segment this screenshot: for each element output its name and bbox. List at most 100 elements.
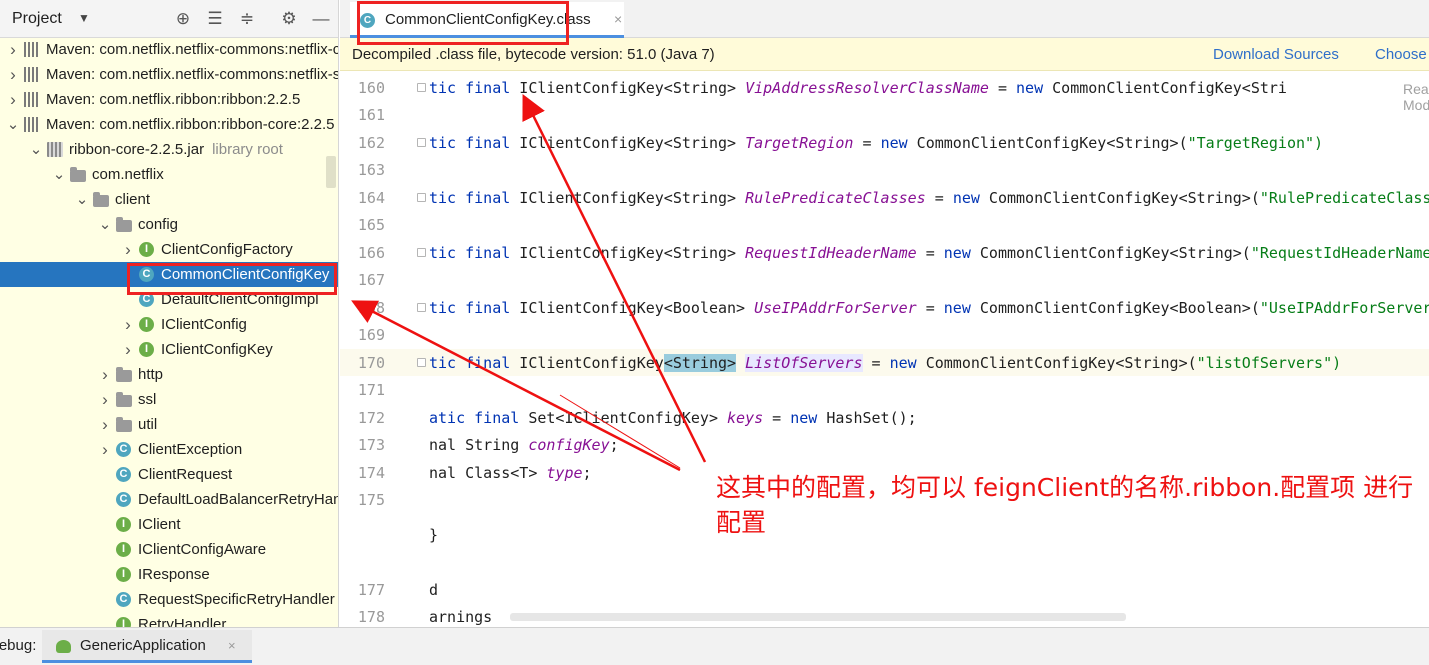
chevron-down-icon[interactable]: ⌄ bbox=[6, 112, 20, 137]
tree-item[interactable]: C DefaultLoadBalancerRetryHandler bbox=[0, 487, 338, 512]
chevron-down-icon[interactable]: ⌄ bbox=[52, 162, 66, 187]
tree-item[interactable]: › I IClientConfig bbox=[0, 312, 338, 337]
code-string: "RequestIdHeaderName") bbox=[1250, 244, 1429, 262]
chevron-down-icon[interactable]: ▼ bbox=[78, 11, 90, 25]
collapse-all-icon[interactable]: ≑ bbox=[236, 8, 258, 30]
close-icon[interactable]: × bbox=[614, 11, 622, 27]
tree-item[interactable]: ⌄ com.netflix bbox=[0, 162, 338, 187]
line-number[interactable]: 160 bbox=[340, 79, 385, 97]
chevron-right-icon[interactable]: › bbox=[98, 387, 112, 412]
project-title[interactable]: Project bbox=[12, 10, 62, 28]
chevron-right-icon[interactable]: › bbox=[6, 62, 20, 87]
code-text: nal String bbox=[429, 436, 529, 454]
locate-icon[interactable]: ⊕ bbox=[172, 8, 194, 30]
library-icon bbox=[24, 67, 40, 82]
tree-item[interactable]: C RequestSpecificRetryHandler bbox=[0, 587, 338, 612]
code-line[interactable]: tic final IClientConfigKey<String> RuleP… bbox=[429, 189, 1429, 207]
code-text: HashSet(); bbox=[817, 409, 917, 427]
code-editor[interactable]: 160 tic final IClientConfigKey<String> Vi… bbox=[340, 71, 1429, 627]
line-number[interactable]: 163 bbox=[340, 161, 385, 179]
chevron-right-icon[interactable]: › bbox=[121, 237, 135, 262]
tree-item[interactable]: I IResponse bbox=[0, 562, 338, 587]
fold-icon[interactable] bbox=[417, 248, 426, 257]
line-number[interactable]: 164 bbox=[340, 189, 385, 207]
tree-item[interactable]: › Maven: com.netflix.ribbon:ribbon:2.2.5 bbox=[0, 87, 338, 112]
fold-icon[interactable] bbox=[417, 193, 426, 202]
tree-item-label: ribbon-core-2.2.5.jar library root bbox=[69, 141, 283, 158]
line-number[interactable]: 177 bbox=[340, 581, 385, 599]
gear-icon[interactable]: ⚙ bbox=[278, 8, 300, 30]
code-line[interactable]: tic final IClientConfigKey<String> Reque… bbox=[429, 244, 1429, 262]
fold-icon[interactable] bbox=[417, 83, 426, 92]
line-number[interactable]: 174 bbox=[340, 464, 385, 482]
line-number[interactable]: 172 bbox=[340, 409, 385, 427]
chevron-right-icon[interactable]: › bbox=[6, 87, 20, 112]
line-number[interactable]: 162 bbox=[340, 134, 385, 152]
tree-item[interactable]: › I ClientConfigFactory bbox=[0, 237, 338, 262]
tree-item[interactable]: I RetryHandler bbox=[0, 612, 338, 627]
fold-icon[interactable] bbox=[417, 138, 426, 147]
code-string: "listOfServers") bbox=[1196, 354, 1342, 372]
code-text: arnings bbox=[429, 608, 493, 626]
chevron-down-icon[interactable]: ⌄ bbox=[75, 187, 89, 212]
line-number[interactable]: 161 bbox=[340, 106, 385, 124]
chevron-right-icon[interactable]: › bbox=[98, 437, 112, 462]
line-number[interactable]: 178 bbox=[340, 608, 385, 626]
code-line[interactable]: tic final IClientConfigKey<String> VipAd… bbox=[429, 79, 1287, 97]
code-line[interactable]: nal Class<T> type; bbox=[429, 464, 592, 482]
tree-item[interactable]: I IClientConfigAware bbox=[0, 537, 338, 562]
debug-tab-genericapplication[interactable]: GenericApplication × bbox=[42, 630, 252, 663]
tree-item[interactable]: ⌄ client bbox=[0, 187, 338, 212]
horizontal-scrollbar[interactable] bbox=[510, 613, 1126, 621]
tree-item[interactable]: › I IClientConfigKey bbox=[0, 337, 338, 362]
line-number[interactable]: 170 bbox=[340, 354, 385, 372]
line-number[interactable]: 165 bbox=[340, 216, 385, 234]
close-icon[interactable]: × bbox=[228, 638, 236, 653]
minimize-icon[interactable]: — bbox=[310, 8, 332, 30]
tree-item[interactable]: › C ClientException bbox=[0, 437, 338, 462]
chevron-right-icon[interactable]: › bbox=[98, 412, 112, 437]
chevron-down-icon[interactable]: ⌄ bbox=[98, 212, 112, 237]
line-number[interactable]: 166 bbox=[340, 244, 385, 262]
code-line[interactable]: nal String configKey; bbox=[429, 436, 619, 454]
tree-item[interactable]: › Maven: com.netflix.netflix-commons:netf… bbox=[0, 37, 338, 62]
chevron-right-icon[interactable]: › bbox=[98, 362, 112, 387]
line-number[interactable]: 175 bbox=[340, 491, 385, 509]
code-line[interactable]: } bbox=[429, 526, 438, 544]
tree-item[interactable]: › util bbox=[0, 412, 338, 437]
code-line[interactable]: arnings bbox=[429, 608, 492, 626]
line-number[interactable]: 167 bbox=[340, 271, 385, 289]
choose-sources-link[interactable]: Choose Sources... bbox=[1375, 46, 1429, 63]
code-line[interactable]: atic final Set<IClientConfigKey> keys = … bbox=[429, 409, 917, 427]
tree-item[interactable]: › ssl bbox=[0, 387, 338, 412]
line-number[interactable]: 171 bbox=[340, 381, 385, 399]
code-line[interactable]: tic final IClientConfigKey<String> ListO… bbox=[429, 354, 1341, 372]
fold-icon[interactable] bbox=[417, 358, 426, 367]
tree-item-sublabel: library root bbox=[212, 141, 283, 158]
line-number[interactable]: 168 bbox=[340, 299, 385, 317]
line-number[interactable]: 169 bbox=[340, 326, 385, 344]
code-line[interactable]: tic final IClientConfigKey<String> Targe… bbox=[429, 134, 1323, 152]
tree-item[interactable]: ⌄ ribbon-core-2.2.5.jar library root bbox=[0, 137, 338, 162]
chevron-right-icon[interactable]: › bbox=[6, 37, 20, 62]
tree-item[interactable]: › Maven: com.netflix.netflix-commons:netf… bbox=[0, 62, 338, 87]
tree-item[interactable]: I IClient bbox=[0, 512, 338, 537]
expand-all-icon[interactable]: ☰ bbox=[204, 8, 226, 30]
chevron-down-icon[interactable]: ⌄ bbox=[29, 137, 43, 162]
tree-item[interactable]: C ClientRequest bbox=[0, 462, 338, 487]
chevron-right-icon[interactable]: › bbox=[121, 337, 135, 362]
scrollbar-thumb[interactable] bbox=[326, 156, 336, 188]
fold-icon[interactable] bbox=[417, 303, 426, 312]
tree-item[interactable]: › http bbox=[0, 362, 338, 387]
tree-item[interactable]: ⌄ config bbox=[0, 212, 338, 237]
code-text: CommonClientConfigKey<Stri bbox=[1043, 79, 1287, 97]
chevron-right-icon[interactable]: › bbox=[121, 312, 135, 337]
code-line[interactable]: d bbox=[429, 581, 438, 599]
tree-item[interactable]: ⌄ Maven: com.netflix.ribbon:ribbon-core:2… bbox=[0, 112, 338, 137]
reader-mode-hint[interactable]: Reader Mode bbox=[1403, 81, 1429, 113]
line-number[interactable]: 173 bbox=[340, 436, 385, 454]
code-line[interactable]: tic final IClientConfigKey<Boolean> UseI… bbox=[429, 299, 1429, 317]
download-sources-link[interactable]: Download Sources bbox=[1213, 46, 1339, 63]
